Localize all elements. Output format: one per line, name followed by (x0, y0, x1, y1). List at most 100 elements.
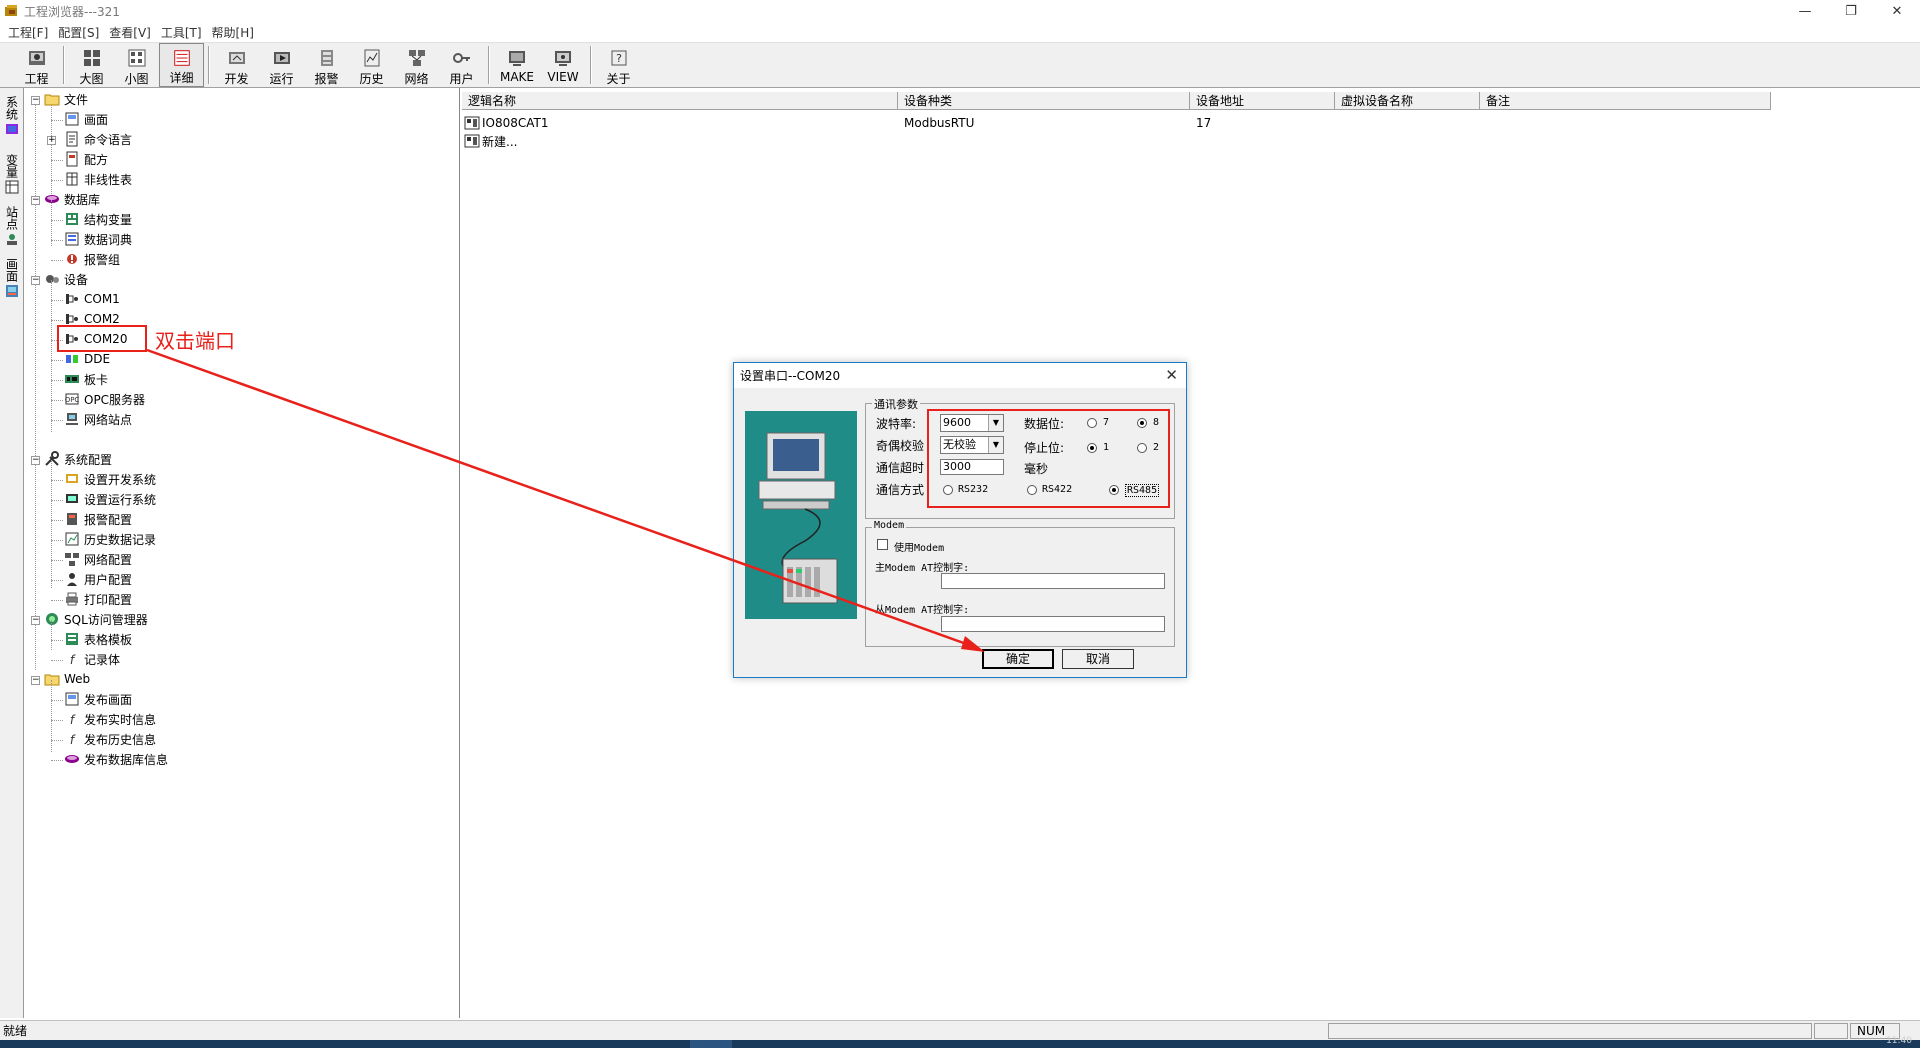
menu-tools[interactable]: 工具[T] (161, 24, 202, 41)
toolbar: 工程 大图 小图 详细 开发 运行 报警 历史 网络 用户 MAKE VIEW … (0, 42, 1920, 88)
column-header-device-address[interactable]: 设备地址 (1190, 92, 1335, 110)
toolbar-make-button[interactable]: MAKE (494, 43, 540, 87)
tree-node-command-language[interactable]: 命令语言 (64, 130, 132, 148)
toolbar-large-icons-button[interactable]: 大图 (69, 43, 114, 87)
menu-project[interactable]: 工程[F] (8, 24, 48, 41)
tree-node-database[interactable]: 数据库 (44, 190, 100, 208)
master-modem-input[interactable] (941, 573, 1165, 589)
mode-rs422-label: RS422 (1042, 484, 1073, 495)
tree-node-alarm-group[interactable]: 报警组 (64, 250, 120, 268)
tree-node-print-config[interactable]: 打印配置 (64, 590, 132, 608)
tree-node-opc[interactable]: OPC OPC服务器 (64, 390, 145, 408)
stopbits-1-radio[interactable] (1087, 443, 1097, 453)
svg-text:f: f (70, 713, 76, 727)
tree-node-com1[interactable]: COM1 (64, 290, 120, 308)
toolbar-about-button[interactable]: ? 关于 (596, 43, 641, 87)
toolbar-user-button[interactable]: 用户 (439, 43, 484, 87)
mode-rs232-radio[interactable] (943, 485, 953, 495)
list-row-new[interactable]: 新建... (464, 132, 517, 150)
recordset-icon: f (70, 653, 76, 667)
expander-cmd-lang[interactable]: + (47, 136, 56, 145)
comm-mode-label: 通信方式 (876, 483, 925, 497)
tree-connector (51, 280, 52, 432)
tree-node-table-template[interactable]: 表格模板 (64, 630, 132, 648)
tree-node-publish-history[interactable]: f 发布历史信息 (64, 730, 156, 748)
taskbar-active-item[interactable] (690, 1040, 732, 1048)
menu-config[interactable]: 配置[S] (58, 24, 99, 41)
device-list[interactable]: 逻辑名称 设备种类 设备地址 虚拟设备名称 备注 IO808CAT1 Modbu… (462, 88, 1920, 1018)
column-header-virtual-device[interactable]: 虚拟设备名称 (1335, 92, 1480, 110)
column-header-note[interactable]: 备注 (1480, 92, 1771, 110)
tree-node-screen[interactable]: 画面 (64, 110, 108, 128)
tree-node-set-dev-system[interactable]: 设置开发系统 (64, 470, 156, 488)
tree-node-network-station[interactable]: 网络站点 (64, 410, 132, 428)
toolbar-alarm-button[interactable]: 报警 (304, 43, 349, 87)
tree-node-recipe[interactable]: 配方 (64, 150, 108, 168)
expander-device[interactable]: − (31, 276, 40, 285)
tree-label: 设置运行系统 (84, 492, 157, 507)
tab-screens[interactable]: 画面 (2, 258, 22, 298)
toolbar-run-button[interactable]: 运行 (259, 43, 304, 87)
tree-node-history-record[interactable]: 历史数据记录 (64, 530, 156, 548)
tree-node-file[interactable]: 文件 (44, 90, 88, 108)
tree-node-set-run-system[interactable]: 设置运行系统 (64, 490, 156, 508)
tree-node-data-dictionary[interactable]: 数据词典 (64, 230, 132, 248)
toolbar-separator (208, 46, 210, 84)
toolbar-small-icons-button[interactable]: 小图 (114, 43, 159, 87)
mode-rs422-radio[interactable] (1027, 485, 1037, 495)
column-header-logical-name[interactable]: 逻辑名称 (462, 92, 898, 110)
stopbits-2-radio[interactable] (1137, 443, 1147, 453)
dev-system-icon (66, 474, 78, 483)
baud-rate-select[interactable]: 9600 ▼ (940, 414, 1004, 432)
toolbar-details-button[interactable]: 详细 (159, 43, 204, 87)
tree-node-nonlinear[interactable]: 非线性表 (64, 170, 132, 188)
column-header-device-type[interactable]: 设备种类 (898, 92, 1190, 110)
tree-node-alarm-config[interactable]: 报警配置 (64, 510, 132, 528)
expander-web[interactable]: − (31, 676, 40, 685)
expander-database[interactable]: − (31, 196, 40, 205)
tab-variables[interactable]: 变量 (2, 154, 22, 194)
tree-connector (51, 300, 63, 301)
databits-8-radio[interactable] (1137, 418, 1147, 428)
menu-help[interactable]: 帮助[H] (212, 24, 254, 41)
toolbar-develop-button[interactable]: 开发 (214, 43, 259, 87)
use-modem-checkbox[interactable] (877, 539, 888, 550)
tab-system[interactable]: 系统 (2, 96, 22, 136)
tree-node-dde[interactable]: DDE (64, 350, 110, 368)
tab-stations[interactable]: 站点 (2, 206, 22, 246)
timeout-input[interactable]: 3000 (940, 459, 1004, 475)
dialog-close-button[interactable]: ✕ (1165, 366, 1178, 384)
toolbar-network-button[interactable]: 网络 (394, 43, 439, 87)
tree-node-publish-database[interactable]: 发布数据库信息 (64, 750, 168, 768)
close-button[interactable]: ✕ (1874, 0, 1920, 22)
list-row[interactable]: IO808CAT1 (464, 114, 549, 132)
minimize-button[interactable]: — (1782, 0, 1828, 22)
tree-node-recordset[interactable]: f 记录体 (64, 650, 120, 668)
tree-node-user-config[interactable]: 用户配置 (64, 570, 132, 588)
tree-node-board[interactable]: 板卡 (64, 370, 108, 388)
maximize-button[interactable]: ❐ (1828, 0, 1874, 22)
project-tree[interactable]: − 文件 画面 + 命令语言 配方 非线性表 − 数据库 结构变量 数据词典 报… (24, 88, 460, 1018)
databits-7-radio[interactable] (1087, 418, 1097, 428)
tree-node-sql-manager[interactable]: SQL访问管理器 (44, 610, 148, 628)
tree-node-publish-realtime[interactable]: f 发布实时信息 (64, 710, 156, 728)
menu-view[interactable]: 查看[V] (109, 24, 151, 41)
ok-button[interactable]: 确定 (982, 649, 1054, 669)
toolbar-project-label: 工程 (24, 72, 49, 86)
cancel-button[interactable]: 取消 (1062, 649, 1134, 669)
mode-rs485-radio[interactable] (1109, 485, 1119, 495)
expander-file[interactable]: − (31, 96, 40, 105)
toolbar-view-button[interactable]: VIEW (540, 43, 586, 87)
tree-node-struct-var[interactable]: 结构变量 (64, 210, 132, 228)
toolbar-history-button[interactable]: 历史 (349, 43, 394, 87)
tree-node-network-config[interactable]: 网络配置 (64, 550, 132, 568)
toolbar-project-button[interactable]: 工程 (14, 43, 59, 87)
dialog-title: 设置串口--COM20 (740, 369, 841, 383)
tree-node-system-config[interactable]: 系统配置 (44, 450, 112, 468)
expander-sql[interactable]: − (31, 616, 40, 625)
tree-node-publish-screen[interactable]: 发布画面 (64, 690, 132, 708)
parity-select[interactable]: 无校验 ▼ (940, 436, 1004, 454)
slave-modem-input[interactable] (941, 616, 1165, 632)
expander-system-config[interactable]: − (31, 456, 40, 465)
row-device-address: 17 (1196, 116, 1212, 130)
